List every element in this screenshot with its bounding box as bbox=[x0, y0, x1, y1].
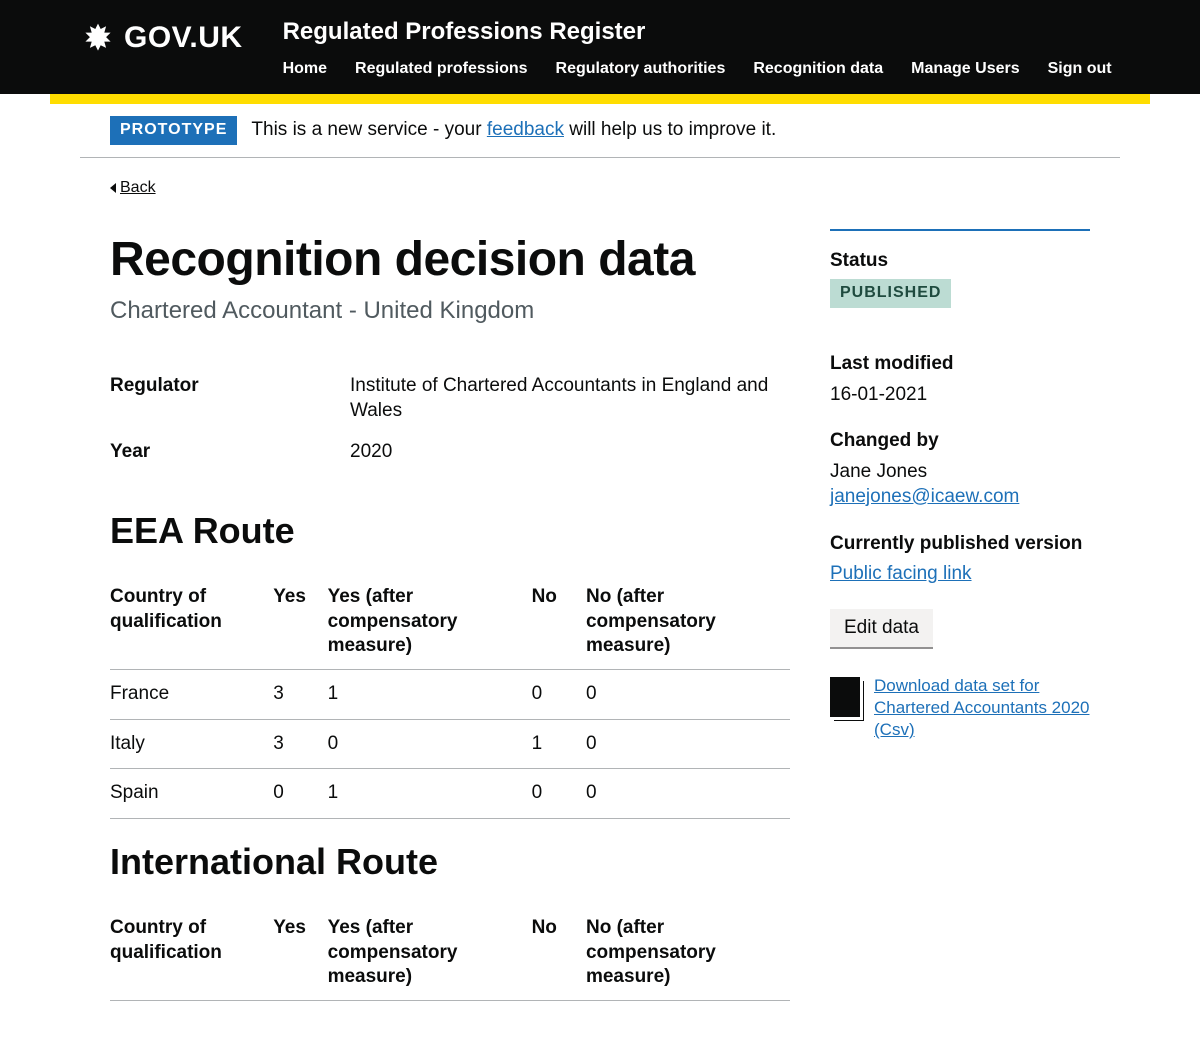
nav-recognition-data[interactable]: Recognition data bbox=[753, 59, 883, 80]
back-link[interactable]: Back bbox=[110, 178, 156, 199]
modified-value: 16-01-2021 bbox=[830, 383, 1090, 408]
status-badge: PUBLISHED bbox=[830, 279, 951, 308]
intl-heading: International Route bbox=[110, 839, 790, 886]
sidebar: Status PUBLISHED Last modified 16-01-202… bbox=[830, 229, 1090, 1021]
col-country: Country of qualification bbox=[110, 575, 273, 670]
primary-nav: Home Regulated professions Regulatory au… bbox=[283, 59, 1120, 80]
col-no: No bbox=[532, 575, 586, 670]
col-country: Country of qualification bbox=[110, 906, 273, 1001]
nav-professions[interactable]: Regulated professions bbox=[355, 59, 527, 80]
col-no-comp: No (after compensatory measure) bbox=[586, 906, 790, 1001]
col-no-comp: No (after compensatory measure) bbox=[586, 575, 790, 670]
table-row: France 3 1 0 0 bbox=[110, 670, 790, 720]
regulator-label: Regulator bbox=[110, 374, 350, 423]
phase-text: This is a new service - your feedback wi… bbox=[251, 118, 776, 143]
table-row: Spain 0 1 0 0 bbox=[110, 769, 790, 819]
nav-authorities[interactable]: Regulatory authorities bbox=[556, 59, 726, 80]
changed-label: Changed by bbox=[830, 429, 1090, 454]
edit-button[interactable]: Edit data bbox=[830, 609, 933, 647]
site-header: GOV.UK Regulated Professions Register Ho… bbox=[0, 0, 1200, 94]
nav-home[interactable]: Home bbox=[283, 59, 327, 80]
feedback-link[interactable]: feedback bbox=[487, 119, 564, 140]
year-label: Year bbox=[110, 440, 350, 465]
yellow-divider bbox=[50, 94, 1150, 104]
page-title: Recognition decision data bbox=[110, 229, 790, 291]
public-label: Currently published version bbox=[830, 532, 1090, 557]
govuk-logo[interactable]: GOV.UK bbox=[80, 8, 243, 57]
service-name[interactable]: Regulated Professions Register bbox=[283, 16, 1120, 47]
eea-table: Country of qualification Yes Yes (after … bbox=[110, 575, 790, 819]
nav-sign-out[interactable]: Sign out bbox=[1048, 59, 1112, 80]
changed-email-link[interactable]: janejones@icaew.com bbox=[830, 486, 1019, 507]
modified-label: Last modified bbox=[830, 352, 1090, 377]
col-yes: Yes bbox=[273, 906, 327, 1001]
changed-name: Jane Jones bbox=[830, 460, 1090, 485]
table-row: Italy 3 0 1 0 bbox=[110, 719, 790, 769]
govuk-text: GOV.UK bbox=[124, 18, 243, 57]
eea-heading: EEA Route bbox=[110, 508, 790, 555]
download-link[interactable]: Download data set for Chartered Accounta… bbox=[874, 675, 1090, 741]
phase-tag: PROTOTYPE bbox=[110, 116, 237, 145]
chevron-left-icon bbox=[110, 183, 116, 193]
intl-table: Country of qualification Yes Yes (after … bbox=[110, 906, 790, 1001]
public-facing-link[interactable]: Public facing link bbox=[830, 563, 972, 584]
page-subtitle: Chartered Accountant - United Kingdom bbox=[110, 295, 790, 326]
col-yes: Yes bbox=[273, 575, 327, 670]
summary-list: Regulator Institute of Chartered Account… bbox=[110, 366, 790, 472]
status-label: Status bbox=[830, 249, 1090, 274]
col-yes-comp: Yes (after compensatory measure) bbox=[328, 575, 532, 670]
phase-banner: PROTOTYPE This is a new service - your f… bbox=[80, 104, 1120, 158]
year-value: 2020 bbox=[350, 440, 790, 465]
regulator-value: Institute of Chartered Accountants in En… bbox=[350, 374, 790, 423]
col-no: No bbox=[532, 906, 586, 1001]
crown-icon bbox=[80, 23, 116, 53]
col-yes-comp: Yes (after compensatory measure) bbox=[328, 906, 532, 1001]
document-icon bbox=[830, 677, 860, 717]
nav-manage-users[interactable]: Manage Users bbox=[911, 59, 1020, 80]
